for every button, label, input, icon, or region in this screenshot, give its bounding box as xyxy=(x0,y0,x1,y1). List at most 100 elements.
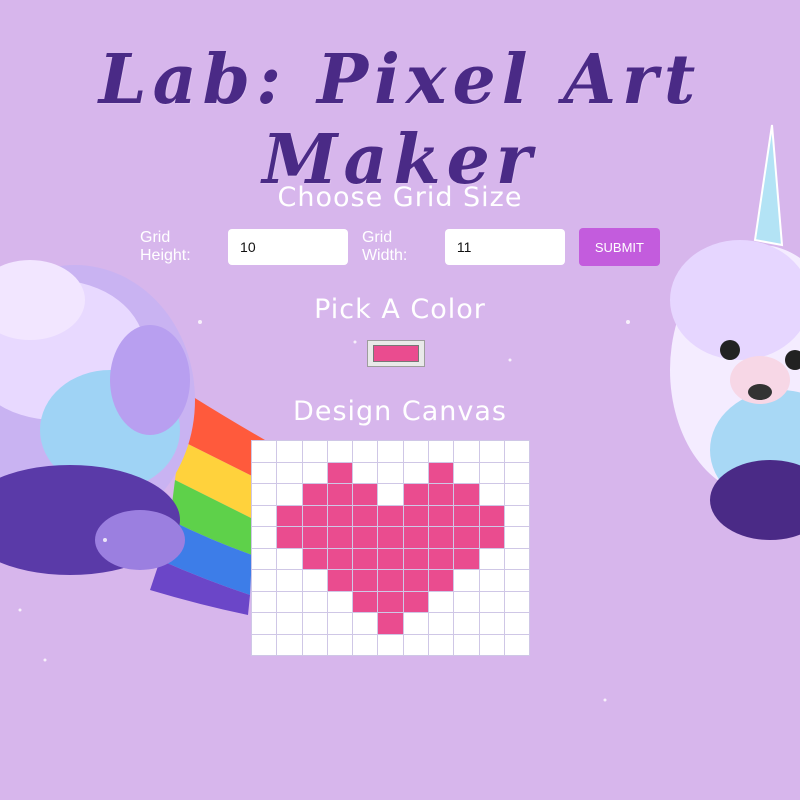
grid-cell[interactable] xyxy=(503,461,531,484)
grid-cell[interactable] xyxy=(377,504,404,527)
grid-cell[interactable] xyxy=(377,612,404,635)
grid-cell[interactable] xyxy=(250,547,278,570)
grid-cell[interactable] xyxy=(276,633,303,656)
grid-height-input[interactable] xyxy=(228,229,349,265)
grid-cell[interactable] xyxy=(250,461,278,484)
grid-cell[interactable] xyxy=(250,569,278,592)
color-picker[interactable] xyxy=(367,340,425,367)
grid-cell[interactable] xyxy=(352,590,379,613)
grid-cell[interactable] xyxy=(250,483,278,506)
grid-cell[interactable] xyxy=(428,504,455,527)
grid-cell[interactable] xyxy=(276,526,303,549)
grid-cell[interactable] xyxy=(276,440,303,463)
grid-cell[interactable] xyxy=(428,590,455,613)
grid-cell[interactable] xyxy=(453,504,480,527)
grid-cell[interactable] xyxy=(352,440,379,463)
grid-cell[interactable] xyxy=(352,483,379,506)
grid-cell[interactable] xyxy=(301,504,328,527)
grid-cell[interactable] xyxy=(276,483,303,506)
grid-cell[interactable] xyxy=(301,440,328,463)
grid-cell[interactable] xyxy=(453,612,480,635)
grid-cell[interactable] xyxy=(352,547,379,570)
grid-cell[interactable] xyxy=(453,633,480,656)
grid-cell[interactable] xyxy=(503,483,531,506)
grid-cell[interactable] xyxy=(428,633,455,656)
grid-cell[interactable] xyxy=(402,526,430,549)
grid-cell[interactable] xyxy=(478,504,505,527)
grid-cell[interactable] xyxy=(301,526,328,549)
grid-cell[interactable] xyxy=(301,547,328,570)
grid-cell[interactable] xyxy=(503,569,531,592)
grid-cell[interactable] xyxy=(402,612,430,635)
grid-cell[interactable] xyxy=(326,483,354,506)
grid-cell[interactable] xyxy=(301,633,328,656)
grid-cell[interactable] xyxy=(250,504,278,527)
grid-cell[interactable] xyxy=(352,569,379,592)
grid-cell[interactable] xyxy=(478,461,505,484)
grid-cell[interactable] xyxy=(428,569,455,592)
grid-cell[interactable] xyxy=(377,569,404,592)
grid-cell[interactable] xyxy=(326,633,354,656)
grid-cell[interactable] xyxy=(276,504,303,527)
grid-cell[interactable] xyxy=(503,590,531,613)
submit-button[interactable]: SUBMIT xyxy=(578,228,660,266)
grid-cell[interactable] xyxy=(301,569,328,592)
grid-cell[interactable] xyxy=(326,590,354,613)
grid-cell[interactable] xyxy=(402,504,430,527)
grid-cell[interactable] xyxy=(250,440,278,463)
grid-cell[interactable] xyxy=(352,461,379,484)
grid-cell[interactable] xyxy=(352,526,379,549)
grid-cell[interactable] xyxy=(326,526,354,549)
grid-cell[interactable] xyxy=(453,547,480,570)
grid-cell[interactable] xyxy=(377,547,404,570)
grid-cell[interactable] xyxy=(428,547,455,570)
grid-cell[interactable] xyxy=(276,590,303,613)
grid-cell[interactable] xyxy=(453,461,480,484)
grid-cell[interactable] xyxy=(402,461,430,484)
grid-cell[interactable] xyxy=(478,590,505,613)
grid-cell[interactable] xyxy=(301,483,328,506)
grid-cell[interactable] xyxy=(301,590,328,613)
grid-cell[interactable] xyxy=(478,526,505,549)
grid-cell[interactable] xyxy=(276,612,303,635)
grid-cell[interactable] xyxy=(453,526,480,549)
grid-cell[interactable] xyxy=(478,633,505,656)
grid-cell[interactable] xyxy=(250,590,278,613)
grid-cell[interactable] xyxy=(503,612,531,635)
grid-cell[interactable] xyxy=(453,569,480,592)
grid-cell[interactable] xyxy=(276,569,303,592)
grid-cell[interactable] xyxy=(402,633,430,656)
grid-cell[interactable] xyxy=(352,504,379,527)
grid-cell[interactable] xyxy=(352,633,379,656)
grid-cell[interactable] xyxy=(250,612,278,635)
grid-cell[interactable] xyxy=(478,569,505,592)
grid-cell[interactable] xyxy=(503,547,531,570)
grid-cell[interactable] xyxy=(453,590,480,613)
grid-cell[interactable] xyxy=(428,461,455,484)
grid-cell[interactable] xyxy=(276,461,303,484)
grid-cell[interactable] xyxy=(326,569,354,592)
grid-cell[interactable] xyxy=(503,504,531,527)
grid-cell[interactable] xyxy=(453,483,480,506)
grid-cell[interactable] xyxy=(478,440,505,463)
grid-cell[interactable] xyxy=(402,590,430,613)
grid-cell[interactable] xyxy=(503,526,531,549)
grid-cell[interactable] xyxy=(402,440,430,463)
grid-cell[interactable] xyxy=(326,504,354,527)
grid-cell[interactable] xyxy=(478,483,505,506)
grid-cell[interactable] xyxy=(377,526,404,549)
grid-cell[interactable] xyxy=(428,526,455,549)
grid-cell[interactable] xyxy=(352,612,379,635)
grid-cell[interactable] xyxy=(377,483,404,506)
grid-cell[interactable] xyxy=(478,612,505,635)
grid-cell[interactable] xyxy=(250,526,278,549)
grid-cell[interactable] xyxy=(377,590,404,613)
grid-cell[interactable] xyxy=(478,547,505,570)
grid-cell[interactable] xyxy=(301,461,328,484)
grid-cell[interactable] xyxy=(276,547,303,570)
grid-cell[interactable] xyxy=(428,483,455,506)
grid-cell[interactable] xyxy=(377,461,404,484)
grid-cell[interactable] xyxy=(326,547,354,570)
grid-cell[interactable] xyxy=(377,633,404,656)
grid-cell[interactable] xyxy=(250,633,278,656)
